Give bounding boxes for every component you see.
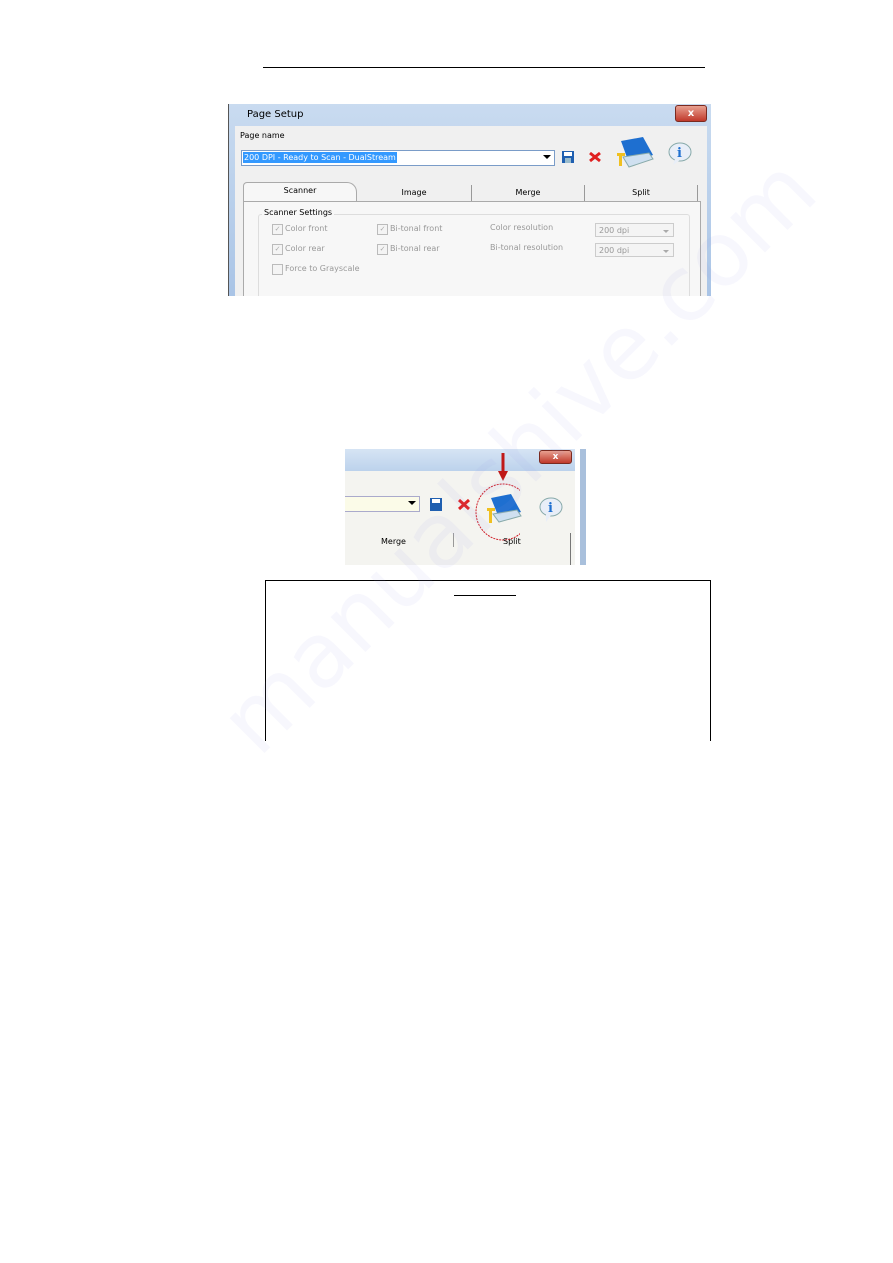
color-resolution-label: Color resolution [490, 223, 554, 232]
force-grayscale-checkbox[interactable] [272, 264, 283, 275]
color-resolution-select[interactable]: 200 dpi [595, 223, 674, 237]
tab-scanner[interactable]: Scanner [243, 182, 357, 202]
tab-merge[interactable]: Merge [472, 185, 585, 201]
note-heading-underline [454, 595, 516, 596]
svg-text:i: i [677, 146, 682, 161]
force-grayscale-label: Force to Grayscale [285, 264, 360, 273]
color-front-checkbox[interactable]: ✓ [272, 224, 283, 235]
bitonal-rear-label: Bi-tonal rear [390, 244, 440, 253]
info-icon[interactable]: i [667, 142, 693, 166]
bitonal-front-label: Bi-tonal front [390, 224, 443, 233]
tab-image[interactable]: Image [357, 185, 472, 201]
chevron-down-icon[interactable] [543, 155, 551, 159]
tab-split[interactable]: Split [585, 185, 698, 201]
bitonal-front-checkbox[interactable]: ✓ [377, 224, 388, 235]
tab-bar: Scanner Image Merge Split [243, 182, 699, 202]
header-rule [263, 67, 705, 68]
document-page: Page Setup x Page name 200 DPI - Ready t… [0, 0, 893, 1263]
color-front-label: Color front [285, 224, 328, 233]
group-title: Scanner Settings [262, 208, 335, 217]
save-icon[interactable] [562, 151, 574, 163]
page-name-label: Page name [240, 131, 285, 140]
scanner-settings-icon[interactable] [613, 135, 655, 169]
bitonal-rear-checkbox[interactable]: ✓ [377, 244, 388, 255]
bitonal-resolution-label: Bi-tonal resolution [490, 243, 564, 252]
color-resolution-value: 200 dpi [599, 226, 630, 235]
svg-text:i: i [548, 501, 553, 516]
delete-icon[interactable] [589, 151, 601, 163]
page-name-value: 200 DPI - Ready to Scan - DualStream [243, 152, 397, 163]
color-rear-checkbox[interactable]: ✓ [272, 244, 283, 255]
dialog-title: Page Setup [247, 109, 304, 120]
bitonal-resolution-value: 200 dpi [599, 246, 630, 255]
color-rear-label: Color rear [285, 244, 325, 253]
close-button[interactable]: x [675, 105, 707, 122]
page-name-combobox[interactable]: 200 DPI - Ready to Scan - DualStream [241, 150, 555, 166]
